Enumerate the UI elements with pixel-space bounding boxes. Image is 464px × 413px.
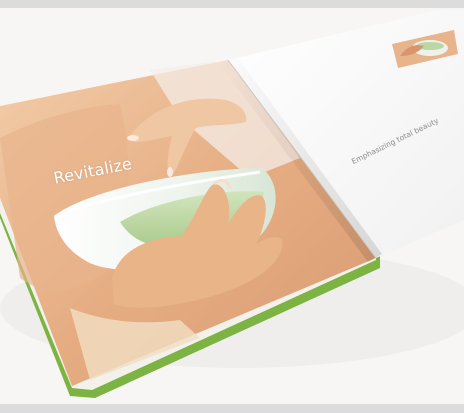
fingernail bbox=[127, 135, 139, 141]
fingernail bbox=[167, 167, 173, 177]
brochure-illustration bbox=[0, 10, 464, 398]
image-frame: Revitalize Emphasizing total beauty bbox=[0, 0, 464, 413]
brochure-photo: Revitalize Emphasizing total beauty bbox=[0, 8, 464, 404]
